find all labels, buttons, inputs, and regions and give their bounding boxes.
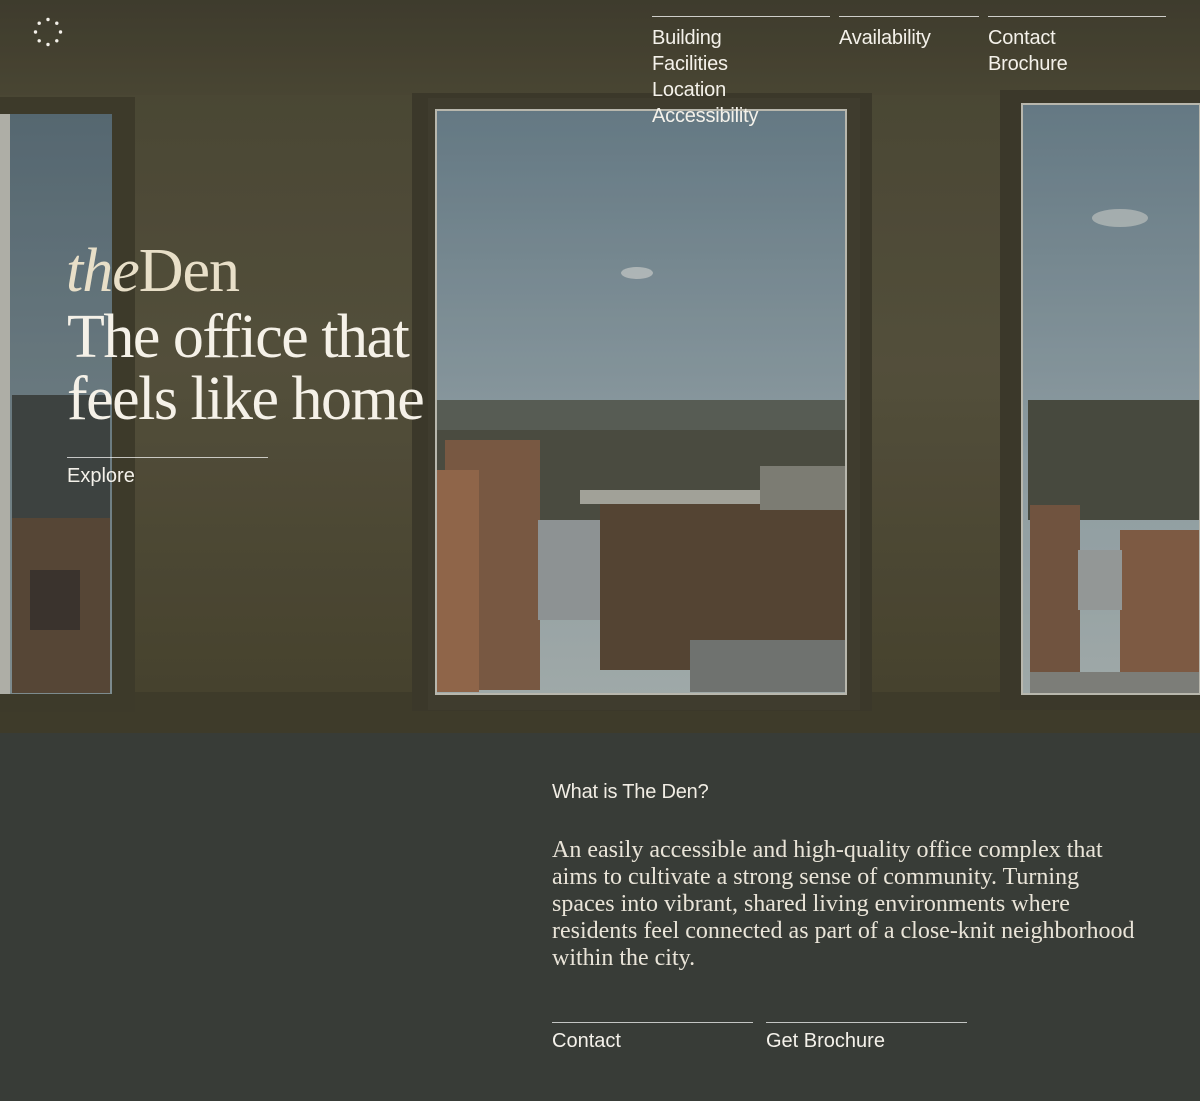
headline-line-1: The office that: [67, 303, 410, 371]
nav-link-building[interactable]: Building: [652, 25, 830, 51]
nav-link-accessibility[interactable]: Accessibility: [652, 103, 830, 129]
hero-section: Building Facilities Location Accessibili…: [0, 0, 1200, 733]
brand-prefix: the: [66, 237, 140, 305]
nav-link-contact[interactable]: Contact: [988, 25, 1166, 51]
get-brochure-button[interactable]: Get Brochure: [766, 1022, 967, 1053]
nav-column-contact: Contact Brochure: [988, 16, 1166, 77]
about-description: An easily accessible and high-quality of…: [552, 837, 1135, 971]
dotted-circle-logo-icon[interactable]: [33, 17, 63, 47]
contact-button[interactable]: Contact: [552, 1022, 753, 1053]
about-section: What is The Den? An easily accessible an…: [0, 733, 1200, 1101]
brand-wordmark: theDen: [66, 237, 240, 305]
headline-line-2: feels like home: [67, 365, 425, 433]
nav-link-availability[interactable]: Availability: [839, 25, 979, 51]
brand-name: Den: [138, 237, 240, 305]
nav-link-location[interactable]: Location: [652, 77, 830, 103]
hero-headline: The office that feels like home: [67, 306, 497, 430]
about-heading: What is The Den?: [552, 781, 709, 803]
nav-column-building: Building Facilities Location Accessibili…: [652, 16, 830, 129]
nav-link-brochure[interactable]: Brochure: [988, 51, 1166, 77]
explore-link[interactable]: Explore: [67, 457, 268, 488]
nav-column-availability: Availability: [839, 16, 979, 51]
nav-link-facilities[interactable]: Facilities: [652, 51, 830, 77]
